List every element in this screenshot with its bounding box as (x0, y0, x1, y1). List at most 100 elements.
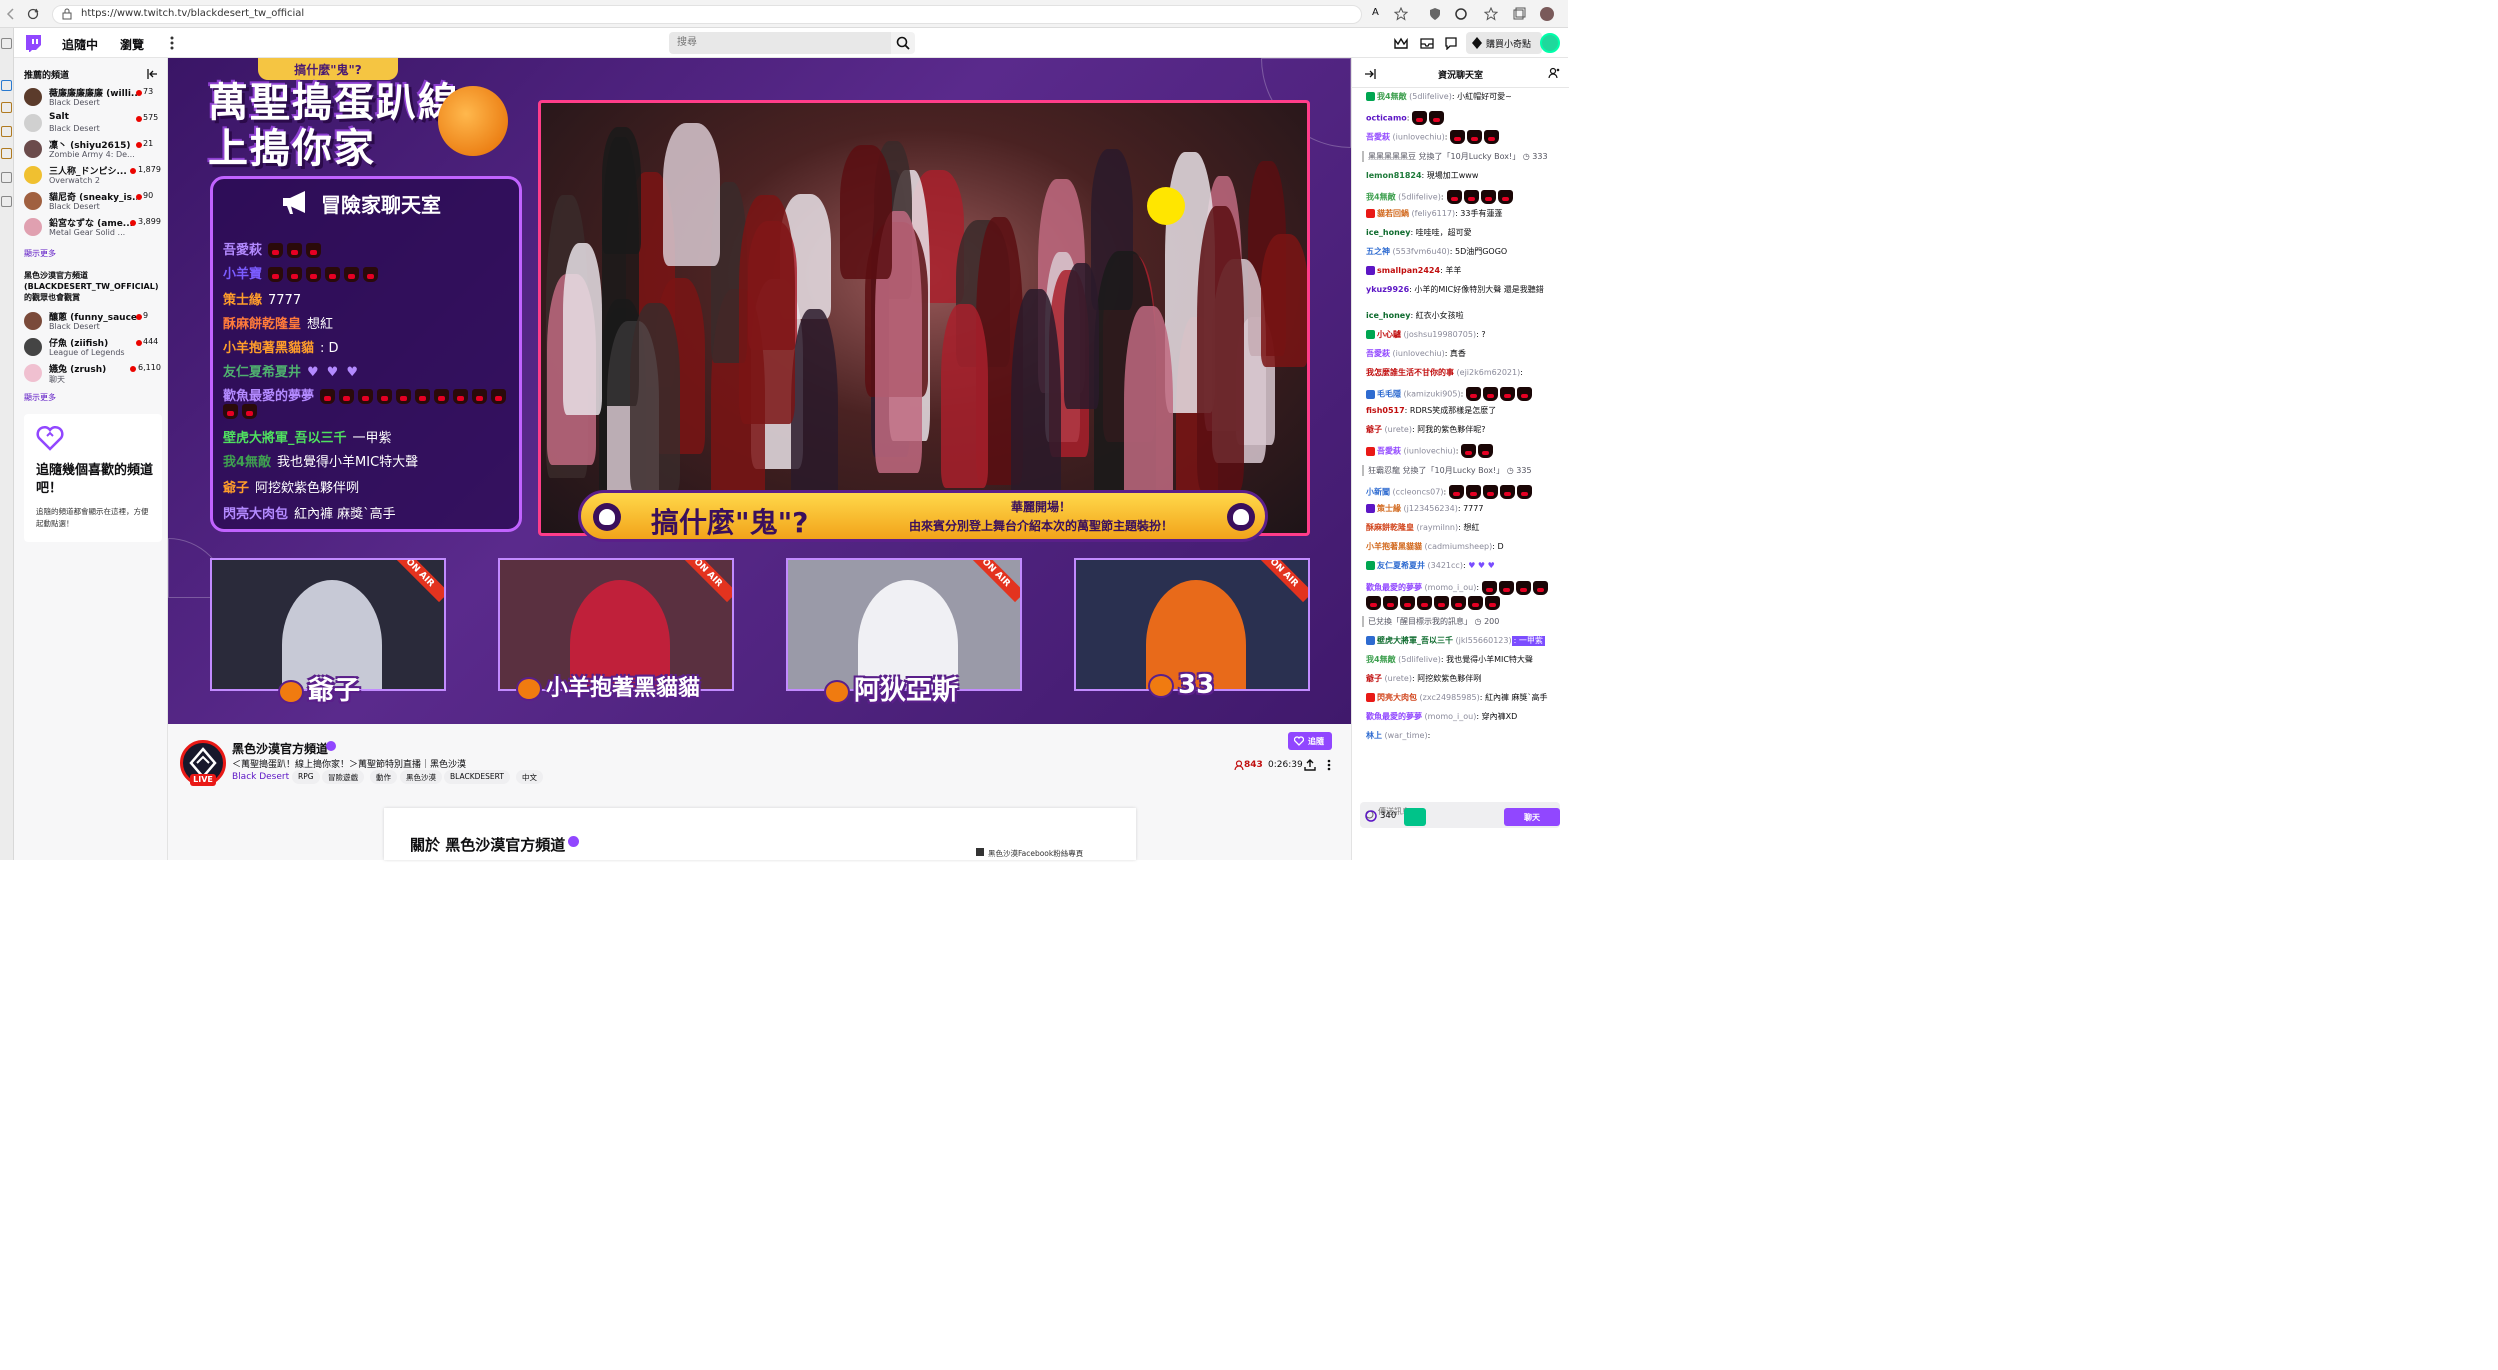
chat-username[interactable]: 林上 (1366, 731, 1382, 740)
chat-message[interactable]: 爺子 (urete): 阿挖欸紫色夥伴咧 (1366, 674, 1562, 684)
strip-app-icon[interactable] (1, 102, 12, 113)
stream-tag[interactable]: 冒險遊戲 (322, 770, 364, 784)
chat-message[interactable]: 我4無敵 (5dlifelive): 小紅帽好可愛~ (1366, 92, 1562, 102)
sidebar-channel[interactable]: Salt Black Desert 575 (24, 112, 164, 136)
refresh-icon[interactable] (26, 7, 40, 21)
share-icon[interactable] (1304, 759, 1316, 771)
show-more-link[interactable]: 顯示更多 (24, 248, 56, 259)
sidebar-channel[interactable]: 釀蔥 (funny_sauce) Black Desert 9 (24, 310, 164, 334)
chat-username[interactable]: 我4無敵 (1366, 655, 1396, 664)
sidebar-channel[interactable]: 仔魚 (ziifish) League of Legends 444 (24, 336, 164, 360)
chat-username[interactable]: 吾愛萩 (1366, 133, 1390, 142)
sidebar-channel[interactable]: 嬿兔 (zrush) 聊天 6,110 (24, 362, 164, 386)
sidebar-channel[interactable]: 三人称_ドンピシ... Overwatch 2 1,879 (24, 164, 164, 188)
chat-message[interactable]: 吾愛萩 (iunlovechiu): (1366, 444, 1562, 458)
sidebar-channel[interactable]: 鉛宮なずな (ame... Metal Gear Solid ... 3,899 (24, 216, 164, 240)
chat-username[interactable]: 五之神 (1366, 247, 1390, 256)
chat-message[interactable]: 酥麻餅乾隆皇 (raymilnn): 想紅 (1366, 523, 1562, 533)
more-menu-icon[interactable] (169, 36, 175, 50)
stream-tag[interactable]: 中文 (516, 770, 543, 784)
chat-message[interactable]: 我怎麼誰生活不甘你的事 (eji2k6m62021): (1366, 368, 1562, 378)
video-player[interactable]: 搞什麼"鬼"? 萬聖搗蛋趴線上搗你家 冒險家聊天室 吾愛萩 小羊寶 策士緣 7777 酥… (168, 58, 1351, 724)
facebook-link[interactable]: 黑色沙漠Facebook粉絲專頁 (988, 848, 1083, 859)
user-avatar[interactable] (1540, 33, 1560, 53)
search-input[interactable] (669, 32, 869, 52)
channel-name[interactable]: 黑色沙漠官方頻道 (232, 740, 328, 757)
game-link[interactable]: Black Desert (232, 772, 289, 782)
chat-username[interactable]: 貓若回鍋 (1377, 209, 1409, 218)
chat-username[interactable]: 友仁夏希夏井 (1377, 561, 1425, 570)
chat-message[interactable]: ykuz9926: 小羊的MIC好像特別大聲 還是我聽錯 (1366, 285, 1562, 295)
prime-crown-icon[interactable] (1394, 36, 1408, 50)
inbox-icon[interactable] (1420, 36, 1434, 50)
whispers-icon[interactable] (1444, 36, 1458, 50)
search-button[interactable] (891, 32, 915, 54)
chat-message[interactable]: 我4無敵 (5dlifelive): (1366, 190, 1562, 204)
chat-message[interactable]: ice_honey: 哇哇哇，超可愛 (1366, 228, 1562, 238)
chat-message[interactable]: octicamo: (1366, 111, 1562, 125)
chat-username[interactable]: 酥麻餅乾隆皇 (1366, 523, 1414, 532)
chat-input[interactable] (1378, 807, 1518, 816)
chat-message[interactable]: ice_honey: 紅衣小女孩啦 (1366, 311, 1562, 321)
chat-message[interactable]: 小新闖 (ccleoncs07): (1366, 485, 1562, 499)
strip-app-icon[interactable] (1, 38, 12, 49)
chat-username[interactable]: 閃亮大肉包 (1377, 693, 1417, 702)
community-icon[interactable] (1548, 67, 1560, 79)
chat-username[interactable]: 小新闖 (1366, 488, 1390, 497)
chat-username[interactable]: 我4無敵 (1377, 92, 1407, 101)
collections-icon[interactable] (1512, 7, 1526, 21)
twitch-logo-icon[interactable] (24, 34, 42, 52)
chat-username[interactable]: lemon81824 (1366, 171, 1422, 180)
address-bar[interactable]: https://www.twitch.tv/blackdesert_tw_off… (52, 5, 1362, 24)
sidebar-channel[interactable]: 貓尼奇 (sneaky_is... Black Desert 90 (24, 190, 164, 214)
chat-message[interactable]: 吾愛萩 (iunlovechiu): 真香 (1366, 349, 1562, 359)
chat-message[interactable]: 歡魚最愛的夢夢 (momo_i_ou): 穿內褲XD (1366, 712, 1562, 722)
chat-message[interactable]: 小羊抱著黑貓貓 (cadmiumsheep): D (1366, 542, 1562, 552)
chat-username[interactable]: 毛毛隱 (1377, 390, 1401, 399)
chat-username[interactable]: 歡魚最愛的夢夢 (1366, 712, 1422, 721)
nav-following[interactable]: 追隨中 (62, 36, 98, 53)
back-icon[interactable] (4, 7, 18, 21)
chat-username[interactable]: ice_honey (1366, 228, 1410, 237)
show-more-link[interactable]: 顯示更多 (24, 392, 56, 403)
stream-tag[interactable]: RPG (292, 770, 320, 784)
strip-app-icon[interactable] (1, 172, 12, 183)
chat-message[interactable]: 歡魚最愛的夢夢 (momo_i_ou): (1366, 580, 1562, 610)
chat-message[interactable]: 五之神 (553fvm6u40): 5D油門GOGO (1366, 247, 1562, 257)
chat-username[interactable]: fish0517 (1366, 406, 1405, 415)
stream-tag[interactable]: BLACKDESERT (444, 770, 510, 784)
channel-points-icon[interactable] (1365, 810, 1377, 822)
chat-username[interactable]: 小羊抱著黑貓貓 (1366, 542, 1422, 551)
stream-tag[interactable]: 黑色沙漠 (400, 770, 442, 784)
chat-message[interactable]: 爺子 (urete): 阿我的紫色夥伴呢? (1366, 425, 1562, 435)
profile-avatar-icon[interactable] (1540, 7, 1554, 21)
chat-username[interactable]: ykuz9926 (1366, 285, 1409, 294)
more-options-icon[interactable] (1326, 759, 1332, 771)
chat-message[interactable]: 林上 (war_time): (1366, 731, 1562, 741)
chat-send-button[interactable]: 聊天 (1504, 808, 1560, 826)
favorite-star-icon[interactable] (1394, 7, 1408, 21)
chat-username[interactable]: 吾愛萩 (1366, 349, 1390, 358)
follow-button[interactable]: 追隨 (1288, 732, 1332, 750)
chat-message[interactable]: fish0517: RDRS笑成那樣是怎麼了 (1366, 406, 1562, 416)
chat-message[interactable]: 策士緣 (j123456234): 7777 (1366, 504, 1562, 514)
chat-message[interactable]: 友仁夏希夏井 (3421cc): ♥ ♥ ♥ (1366, 561, 1562, 571)
nav-browse[interactable]: 瀏覽 (120, 36, 144, 53)
get-bits-button[interactable]: 購買小奇點 (1466, 32, 1542, 54)
chat-message[interactable]: lemon81824: 現場加工www (1366, 171, 1562, 181)
read-aloud-icon[interactable]: A (1372, 7, 1386, 21)
chat-username[interactable]: ice_honey (1366, 311, 1410, 320)
chat-username[interactable]: smallpan2424 (1377, 266, 1440, 275)
strip-app-icon[interactable] (1, 126, 12, 137)
chat-username[interactable]: 歡魚最愛的夢夢 (1366, 583, 1422, 592)
chat-message[interactable]: 貓若回鍋 (feliy6117): 33手有蓮蓬 (1366, 209, 1562, 219)
strip-add-icon[interactable] (1, 196, 12, 207)
chat-username[interactable]: 爺子 (1366, 674, 1382, 683)
shield-extension-icon[interactable] (1428, 7, 1442, 21)
chat-message[interactable]: 我4無敵 (5dlifelive): 我也覺得小羊MIC特大聲 (1366, 655, 1562, 665)
chat-username[interactable]: 吾愛萩 (1377, 447, 1401, 456)
chat-message[interactable]: 壁虎大將軍_吾以三千 (jkl55660123): 一甲紫 (1366, 636, 1562, 646)
strip-app-icon[interactable] (1, 80, 12, 91)
strip-app-icon[interactable] (1, 148, 12, 159)
sidebar-channel[interactable]: 凜丶 (shiyu2615) Zombie Army 4: De... 21 (24, 138, 164, 162)
